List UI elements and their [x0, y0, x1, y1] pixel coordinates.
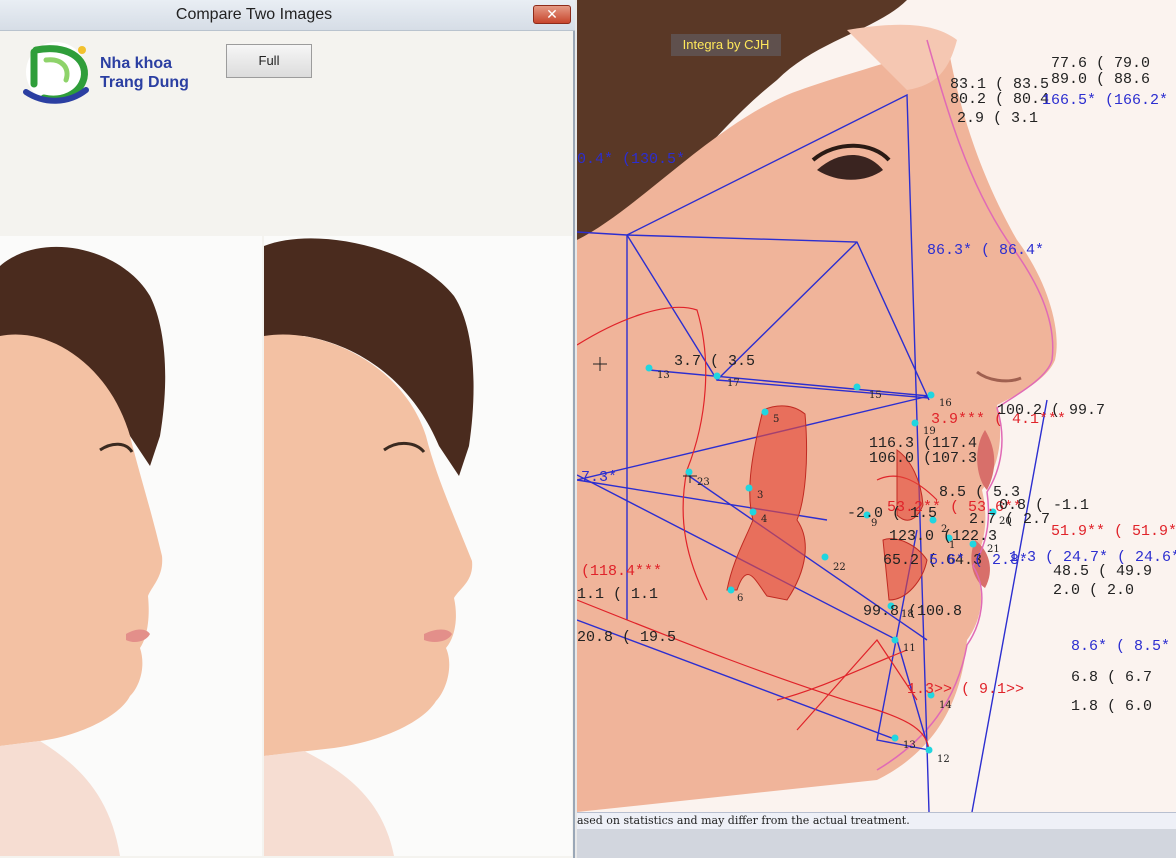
measure-value: 166.5* (166.2* — [1042, 92, 1169, 109]
landmark-label: 13 — [657, 370, 670, 381]
landmark-label: 12 — [937, 754, 950, 765]
measure-value: 20.8 ( 19.5 — [577, 629, 677, 646]
measure-value: 51.9** ( 51.9* — [1051, 523, 1176, 540]
window-title: Compare Two Images — [175, 6, 333, 23]
profile-photo-left — [0, 236, 262, 856]
landmark-label: 22 — [833, 562, 846, 573]
measure-value: (118.4*** — [581, 563, 663, 580]
logo-line-2: Trang Dung — [100, 74, 189, 91]
landmark-label: 11 — [903, 643, 916, 654]
bottom-panel — [577, 829, 1176, 858]
compare-window: Compare Two Images ✕ Nha khoa Trang Dung… — [0, 0, 575, 858]
integra-watermark: Integra by CJH — [671, 34, 781, 56]
logo-line-1: Nha khoa — [100, 55, 173, 72]
landmark-label: 15 — [869, 390, 882, 401]
measure-value: 48.5 ( 49.9 — [1053, 563, 1153, 580]
title-bar[interactable]: Compare Two Images ✕ — [0, 0, 575, 31]
measure-value: -2.0 ( 1.5 — [847, 505, 938, 522]
landmark-label: 16 — [939, 398, 952, 409]
measure-value: 80.2 ( 80.4 — [950, 91, 1050, 108]
measure-value: 8.6* ( 8.5* — [1071, 638, 1171, 655]
measure-value: 1.8 ( 6.0 — [1071, 698, 1153, 715]
status-bar: ased on statistics and may differ from t… — [577, 812, 1176, 829]
measure-value: 6.8 ( 6.7 — [1071, 669, 1153, 686]
measure-value: 86.3* ( 86.4* — [927, 242, 1045, 259]
landmark-label: 13 — [903, 740, 916, 751]
measure-value: 77.6 ( 79.0 — [1051, 55, 1151, 72]
tooth-logo-icon — [23, 42, 89, 104]
landmark-label: 14 — [939, 700, 952, 711]
clinic-logo: Nha khoa Trang Dung — [22, 40, 212, 106]
landmark-label: 6 — [737, 593, 744, 604]
measure-value: 2.0 ( 2.0 — [1053, 582, 1135, 599]
landmark-label: 17 — [727, 378, 740, 389]
measure-value: 2.7 ( 2.7 — [969, 511, 1051, 528]
measure-value: 123.0 (122.3 — [889, 528, 998, 545]
measure-value: 100.2 ( 99.7 — [997, 402, 1106, 419]
measure-value: 99.8 (100.8 — [863, 603, 963, 620]
measure-value: 106.0 (107.3 — [869, 450, 978, 467]
landmark-label: 4 — [761, 514, 768, 525]
profile-photo-right — [264, 236, 572, 856]
full-button[interactable]: Full — [226, 44, 312, 78]
landmark-label: 5 — [773, 414, 780, 425]
measure-value: 2.9 ( 3.1 — [957, 110, 1039, 127]
measure-value: 1.1 ( 1.1 — [577, 586, 659, 603]
measure-value: 89.0 ( 88.6 — [1051, 71, 1151, 88]
measure-value: 1.3>> ( 9.1>> — [907, 681, 1025, 698]
landmark-label: 23 — [697, 477, 710, 488]
measure-value: 3.7 ( 3.5 — [674, 353, 756, 370]
ceph-analysis-panel: Integra by CJH 13 17 15 16 19 5 23 3 4 9 2 20 1 21 22 6… — [577, 0, 1176, 858]
close-button[interactable]: ✕ — [533, 5, 571, 24]
landmark-label: 3 — [757, 490, 764, 501]
measure-value: 0.4* (130.5* — [577, 151, 686, 168]
measure-value: 7.3* — [581, 469, 618, 486]
